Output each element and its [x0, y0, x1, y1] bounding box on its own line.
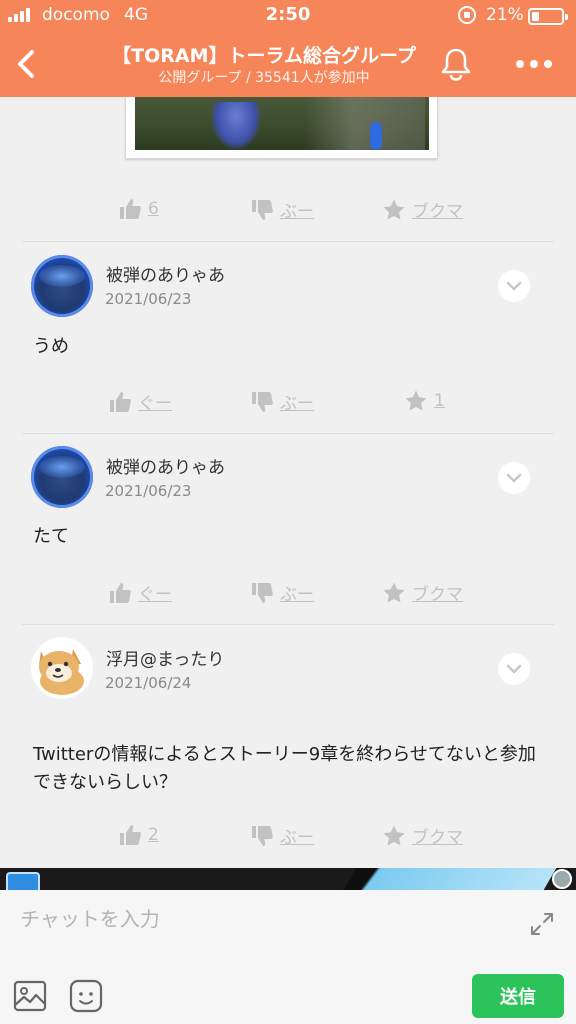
shiba-dog-avatar-icon — [39, 649, 84, 695]
more-icon — [516, 60, 552, 68]
boo-button[interactable]: ぶー — [250, 197, 314, 222]
post-image-card[interactable] — [125, 97, 438, 159]
bookmark-label: ブクマ — [412, 585, 463, 605]
bookmark-label: 1 — [434, 391, 445, 411]
bell-icon — [441, 48, 471, 81]
chevron-down-icon — [502, 274, 526, 298]
post-text: Twitterの情報によるとストーリー9章を終わらせてないと参加できないらしい？ — [33, 744, 536, 793]
post-image[interactable] — [135, 97, 429, 150]
send-button[interactable]: 送信 — [472, 974, 564, 1018]
bookmark-button[interactable]: ブクマ — [382, 197, 463, 222]
thumbs-up-icon — [118, 197, 142, 221]
boo-button[interactable]: ぶー — [250, 580, 314, 605]
boo-label: ぶー — [280, 828, 314, 848]
emoji-icon — [69, 979, 103, 1013]
boo-label: ぶー — [280, 394, 314, 414]
post-actions: ぐー ぶー 1 — [0, 389, 576, 419]
star-icon — [382, 824, 406, 848]
star-icon — [404, 389, 428, 413]
post-date: 2021/06/23 — [105, 290, 192, 308]
like-button[interactable]: ぐー — [108, 389, 172, 414]
ad-app-icon — [6, 872, 40, 890]
like-label: ぐー — [138, 585, 172, 605]
thumbs-up-icon — [118, 823, 142, 847]
like-button[interactable]: ぐー — [108, 580, 172, 605]
avatar[interactable] — [31, 637, 93, 699]
thumbs-down-icon — [250, 198, 274, 222]
image-icon — [13, 980, 47, 1012]
expand-icon — [531, 913, 553, 935]
star-icon — [382, 581, 406, 605]
thumbs-down-icon — [250, 390, 274, 414]
post-menu-button[interactable] — [498, 270, 530, 302]
like-label: ぐー — [138, 394, 172, 414]
bookmark-button[interactable]: 1 — [404, 389, 445, 413]
post-text: たて — [33, 526, 69, 547]
thumbs-up-icon — [108, 390, 132, 414]
post-menu-button[interactable] — [498, 653, 530, 685]
chevron-down-icon — [502, 657, 526, 681]
post-username[interactable]: 被弾のありゃあ — [106, 261, 225, 286]
post-date: 2021/06/23 — [105, 482, 192, 500]
chevron-down-icon — [502, 466, 526, 490]
back-icon — [18, 50, 34, 78]
status-bar: docomo 4G 2:50 21% — [0, 0, 576, 30]
divider — [22, 433, 554, 434]
boo-label: ぶー — [280, 585, 314, 605]
thumbs-down-icon — [250, 581, 274, 605]
post-actions: 2 ぶー ブクマ — [0, 823, 576, 853]
group-title: 【TORAM】トーラム総合グループ — [112, 45, 416, 67]
post-feed[interactable]: 6 ぶー ブクマ 被弾のありゃあ 2021/06/23 うめ ぐー ぶー 1 被… — [0, 97, 576, 868]
like-label: 2 — [148, 825, 159, 845]
notification-button[interactable] — [436, 44, 476, 84]
emoji-button[interactable] — [68, 978, 104, 1014]
bookmark-button[interactable]: ブクマ — [382, 823, 463, 848]
ad-close-button[interactable] — [552, 869, 572, 889]
thumbs-up-icon — [108, 581, 132, 605]
bookmark-label: ブクマ — [412, 828, 463, 848]
boo-label: ぶー — [280, 202, 314, 222]
divider — [22, 624, 554, 625]
more-button[interactable] — [512, 52, 556, 76]
back-button[interactable] — [8, 44, 48, 84]
chat-input[interactable] — [20, 904, 500, 934]
boo-button[interactable]: ぶー — [250, 823, 314, 848]
bookmark-label: ブクマ — [412, 202, 463, 222]
expand-input-button[interactable] — [528, 910, 556, 938]
battery-icon — [528, 8, 568, 25]
like-button[interactable]: 2 — [118, 823, 159, 847]
chat-composer: 送信 — [0, 890, 576, 1024]
post-actions: 6 ぶー ブクマ — [0, 197, 576, 227]
battery-percent: 21% — [486, 5, 524, 25]
post-actions: ぐー ぶー ブクマ — [0, 580, 576, 610]
app-header: docomo 4G 2:50 21% 【TORAM】トーラム総合グループ 公開グ… — [0, 0, 576, 97]
post-username[interactable]: 浮月@まったり — [106, 645, 224, 670]
boo-button[interactable]: ぶー — [250, 389, 314, 414]
avatar[interactable] — [31, 255, 93, 317]
post-date: 2021/06/24 — [105, 674, 192, 692]
image-button[interactable] — [12, 978, 48, 1014]
post-text: うめ — [33, 336, 69, 357]
rotation-lock-icon — [458, 6, 476, 24]
thumbs-down-icon — [250, 824, 274, 848]
bookmark-button[interactable]: ブクマ — [382, 580, 463, 605]
divider — [22, 241, 554, 242]
group-subtitle: 公開グループ / 35541人が参加中 — [158, 70, 370, 86]
like-label: 6 — [148, 199, 159, 219]
avatar[interactable] — [31, 446, 93, 508]
ad-banner[interactable] — [0, 868, 576, 890]
post-menu-button[interactable] — [498, 462, 530, 494]
star-icon — [382, 198, 406, 222]
post-username[interactable]: 被弾のありゃあ — [106, 453, 225, 478]
like-button[interactable]: 6 — [118, 197, 159, 221]
